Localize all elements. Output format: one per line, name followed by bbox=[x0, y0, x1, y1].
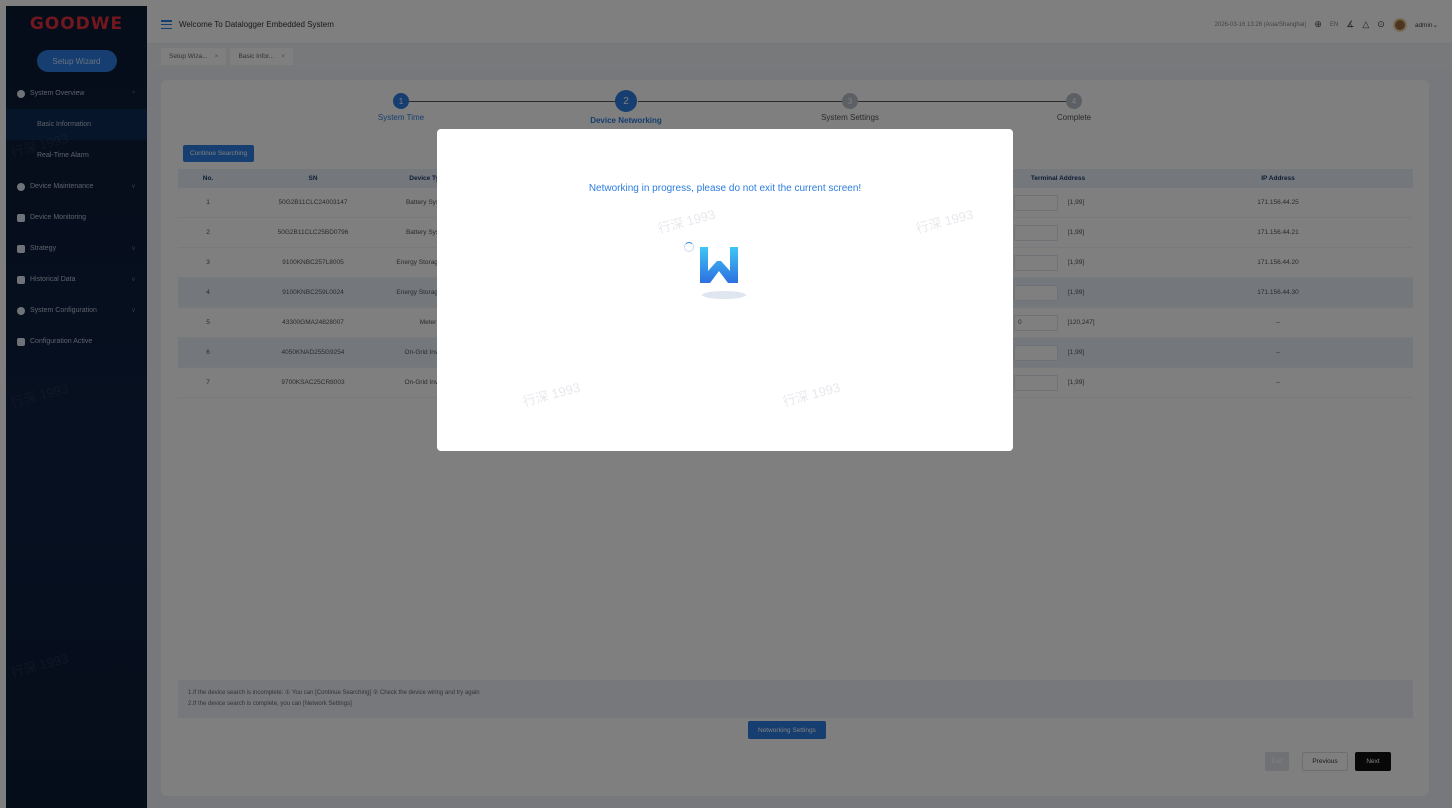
w-logo-icon bbox=[700, 247, 738, 283]
watermark: 行深 1993 bbox=[656, 206, 717, 237]
loading-indicator bbox=[684, 237, 754, 307]
networking-modal: Networking in progress, please do not ex… bbox=[437, 129, 1013, 451]
watermark: 行深 1993 bbox=[521, 379, 582, 410]
watermark: 行深 1993 bbox=[914, 206, 975, 237]
modal-message: Networking in progress, please do not ex… bbox=[588, 183, 862, 194]
watermark: 行深 1993 bbox=[781, 379, 842, 410]
